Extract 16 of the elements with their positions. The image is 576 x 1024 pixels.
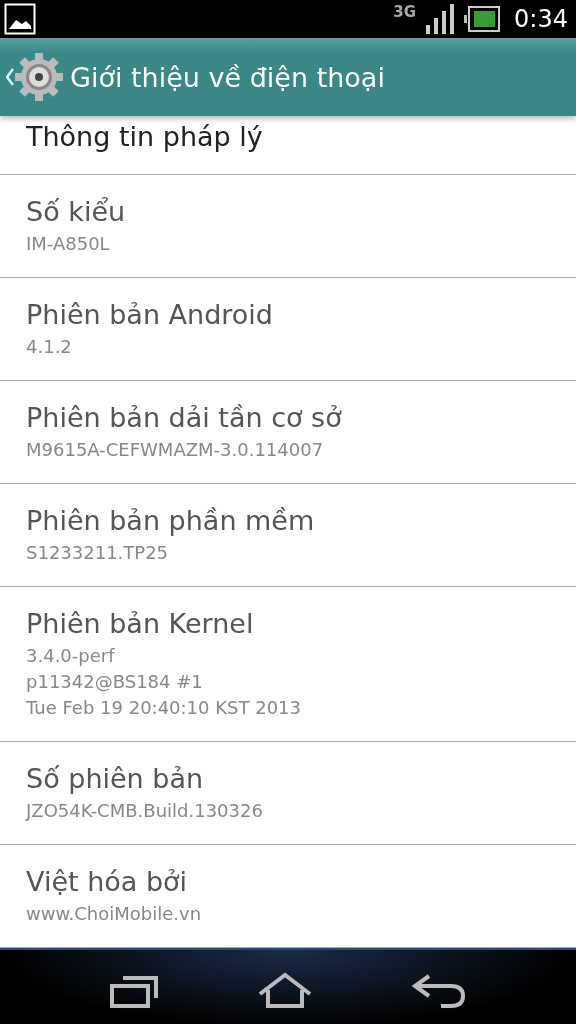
settings-item[interactable]: Phiên bản dải tần cơ sở M9615A-CEFWMAZM-3.0.114007 (0, 381, 576, 484)
settings-item[interactable]: Số kiểu IM-A850L (0, 175, 576, 278)
settings-item[interactable]: Phiên bản phần mềm S1233211.TP25 (0, 484, 576, 587)
settings-item[interactable]: Phiên bản Android 4.1.2 (0, 278, 576, 381)
gear-icon (14, 52, 64, 102)
battery-icon (464, 6, 501, 32)
home-icon (257, 971, 313, 1008)
caret-icon (6, 68, 14, 86)
settings-item[interactable]: Thông tin pháp lý (0, 116, 576, 175)
signal-icon (424, 3, 457, 35)
settings-item[interactable]: Phiên bản Kernel 3.4.0-perf p11342@BS184 #1 Tue Feb 19 20:40:10 KST 2013 (0, 587, 576, 742)
clock: 0:34 (514, 5, 568, 33)
screen-title: Giới thiệu về điện thoại (70, 61, 385, 93)
settings-item[interactable]: Số phiên bản JZO54K-CMB.Build.130326 (0, 742, 576, 845)
network-type: 3G (393, 3, 417, 21)
picture-icon (4, 3, 36, 35)
